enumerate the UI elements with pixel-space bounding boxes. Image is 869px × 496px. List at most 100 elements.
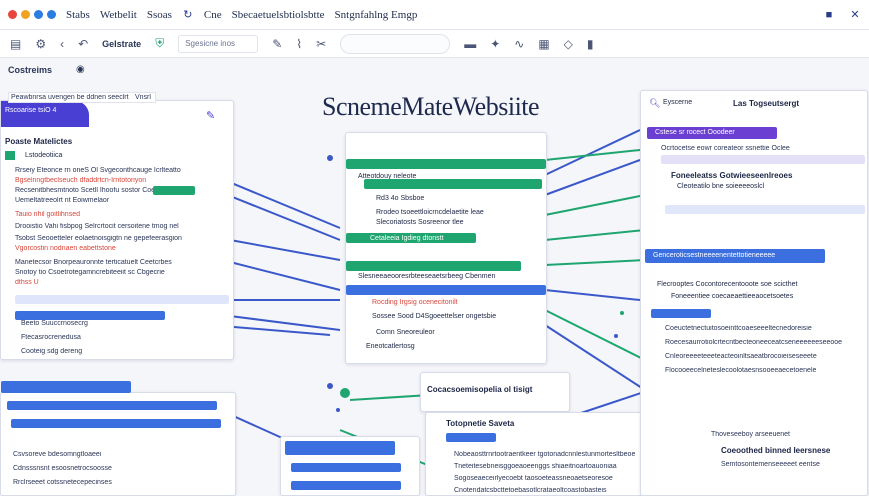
table-row[interactable]: Coeuctetnectuitosoeinttcoaeseeeltecnedor… (665, 325, 865, 332)
window-controls[interactable] (8, 10, 56, 19)
link-icon[interactable]: ⌇ (296, 37, 302, 51)
settings-icon[interactable]: ⚙ (35, 37, 46, 51)
list-item[interactable]: Cdnsssnsnt esoosnetrocsoosse (13, 465, 213, 472)
node-dot (340, 388, 350, 398)
left-header-bar-search[interactable]: Vnsrl (135, 94, 155, 101)
center-node-3[interactable]: Rrodeo tsoeettloicrncdelaetite leae (376, 209, 484, 216)
connector-line (544, 129, 641, 176)
close-dot[interactable] (8, 10, 17, 19)
highlight-bar (15, 295, 229, 304)
highlight-bar (651, 309, 711, 318)
toolbar: ▤ ⚙ ‹ ↶ Gelstrate ⛨ Sgesicne inos ✎ ⌇ ✂ … (0, 30, 869, 58)
toolbar-field[interactable]: Sgesicne inos (178, 34, 259, 53)
list-item[interactable]: Beeto Suuccrnosecrg (21, 320, 88, 327)
right-section2-sub: Flecrooptes Cocontorecentooote soe scict… (657, 281, 798, 288)
connector-line (229, 315, 341, 331)
list-item[interactable]: Bgselnngtbeclseuch dfaddrtcn-Irntotoriyo… (15, 177, 215, 184)
right-search-label[interactable]: Eyscerne (663, 99, 692, 106)
left-panel-settings-icon[interactable]: ✎ (206, 109, 215, 122)
right-footer-a[interactable]: Thoveseeboy arseeuenet (711, 431, 790, 438)
bottom-center-panel: Cocacsoemisopelia ol tisigt (420, 372, 570, 412)
table-row[interactable]: Cnleoreeeeteeeteacteoinltsaeatbrocoieise… (665, 353, 865, 360)
minus-icon[interactable]: ▬ (464, 37, 476, 51)
bar-icon[interactable]: ▮ (587, 37, 594, 51)
right-footer-b[interactable]: Coeoothed binned Ieersnese (721, 446, 830, 455)
left-header-bar: Peawbnrsa uvengen be ddnen seeclrt Vnsrl (8, 92, 156, 103)
connector-line (544, 149, 641, 161)
center-node-4[interactable]: Slecoriatosts Sosreenor tlee (376, 219, 464, 226)
connector-line (544, 309, 646, 361)
table-row[interactable]: Ocrtocetse eowr coreateor ssnettie Oclee (661, 145, 865, 152)
breadcrumb[interactable]: Gelstrate (102, 39, 141, 49)
bottom-center-pill[interactable]: Totopnetie Saveta (446, 419, 514, 428)
center-node-6[interactable]: Slesneeaeooresrbteeseaetsrbeeg Cbenmen (358, 273, 495, 280)
node-dot (327, 155, 333, 161)
grid-icon[interactable]: ▦ (538, 37, 549, 51)
center-node-5[interactable]: Cetaleeia Igdieg dtonstt (370, 235, 444, 242)
list-item[interactable]: Ftecasrocrenedusa (21, 334, 81, 341)
highlight-bar (153, 186, 195, 195)
menu-item-1[interactable]: Stabs (66, 9, 90, 21)
maximize-dot[interactable] (34, 10, 43, 19)
list-item[interactable]: Cooteig sdg dereng (21, 348, 82, 355)
connector-line (544, 159, 641, 196)
left-panel-header: Rscoarise tsiO 4 (1, 101, 89, 127)
right-search-icon[interactable]: 🔍︎ (649, 98, 660, 109)
list-item[interactable]: Tsobst Seooetteler eolaetnoisgigtn ne ge… (15, 235, 229, 242)
menu-item-3[interactable]: Ssoas (147, 9, 172, 21)
refresh-icon[interactable]: ↻ (182, 9, 194, 21)
node-bar-green (346, 261, 521, 271)
list-item[interactable]: Manetecsor Bnorpeauronnte terticatuelt C… (15, 259, 229, 266)
menu-item-5[interactable]: Sbecaetuelsbtiolsbtte (232, 9, 325, 21)
wave-icon[interactable]: ∿ (514, 37, 524, 51)
edit-icon[interactable]: ✎ (272, 37, 282, 51)
list-item[interactable]: Csvsoreve bdesomngtloaeei (13, 451, 213, 458)
list-item[interactable]: Vgorcostin nodnaen eabettstone (15, 245, 215, 252)
menu-item-2[interactable]: Wetbelit (100, 9, 137, 21)
center-node-7[interactable]: Rocding Irgsig ocenecitonilt (372, 299, 458, 306)
info-icon[interactable]: ◉ (76, 64, 85, 75)
left-panel-tab-label[interactable]: Lstodeotiica (25, 152, 62, 159)
sidebar-toggle-icon[interactable]: ▤ (10, 37, 21, 51)
toolbar-pill-input[interactable] (340, 33, 451, 54)
left-panel-tab[interactable] (5, 151, 15, 160)
right-section2: Genceroticsestneeeenentettotieneeeee (653, 252, 776, 259)
right-footer-c[interactable]: Semtosontemenseeeeet eentse (721, 461, 820, 468)
right-section2-sub2: Foneeentiee coecaeaettieeaocetsoetes (671, 293, 794, 300)
right-header-bar: Cstese sr rocect Ooodeer (655, 129, 735, 136)
cut-icon[interactable]: ✂ (316, 37, 326, 51)
extra-dot[interactable] (47, 10, 56, 19)
list-item[interactable]: Drooistio Vahi fisbpog Selrcrtocit cerso… (15, 223, 229, 230)
list-item[interactable]: dthss U (15, 279, 55, 286)
sub-header-label[interactable]: Costreims (8, 65, 52, 75)
magic-icon[interactable]: ✦ (490, 37, 500, 51)
menu-item-6[interactable]: Sntgnfahlng Emgp (335, 9, 418, 21)
back-icon[interactable]: ‹ (60, 37, 64, 51)
menu-item-4[interactable]: Cne (204, 9, 222, 21)
list-item[interactable]: Tauio nhil goitlihnsed (15, 211, 215, 218)
list-item[interactable]: Snotoy tio Csoetrotegamncrebiteeiit sc C… (15, 269, 229, 276)
node-bar-green (346, 159, 546, 169)
table-row[interactable]: Roecesaurrotiolcrtecntbecteoneeceatcsene… (665, 339, 865, 346)
square-icon[interactable]: ■ (823, 9, 835, 21)
list-item[interactable]: Rrseiy Eteonce rn oneS Ol Svgeconthcauge… (15, 167, 215, 174)
center-node-2[interactable]: Rd3 4o Sbsboe (376, 195, 424, 202)
left-panel: Rscoarise tsiO 4 ✎ Poaste Matelictes Lst… (0, 100, 234, 360)
connector-line (229, 239, 341, 261)
shield-icon[interactable]: ⛨ (155, 36, 164, 51)
list-item[interactable]: Rrclrseeet cotssnetecepecinses (13, 479, 213, 486)
node-dot (614, 334, 618, 338)
table-row[interactable]: Flocooeecelneteslecoolotaesnsooeeaecetoe… (665, 367, 865, 374)
center-node-9[interactable]: Comn Sneoreuleor (376, 329, 435, 336)
sub-header: Costreims ◉ (8, 64, 85, 75)
undo-icon[interactable]: ↶ (78, 37, 88, 51)
tag-icon[interactable]: ◇ (564, 37, 573, 51)
list-item[interactable]: Uemeltatreeolrt nt Eoiwmelaor (15, 197, 215, 204)
center-node-8[interactable]: Sossee Sood D4Sgoeettelser ongetsbie (372, 313, 496, 320)
highlight-bar (11, 419, 221, 428)
left-header-bar-text: Peawbnrsa uvengen be ddnen seeclrt (11, 94, 129, 101)
minimize-dot[interactable] (21, 10, 30, 19)
center-node-10[interactable]: Eneotcatlertosg (366, 343, 415, 350)
close-icon[interactable]: ✕ (849, 9, 861, 21)
page-title: ScnemeMateWebsiite (322, 92, 540, 121)
